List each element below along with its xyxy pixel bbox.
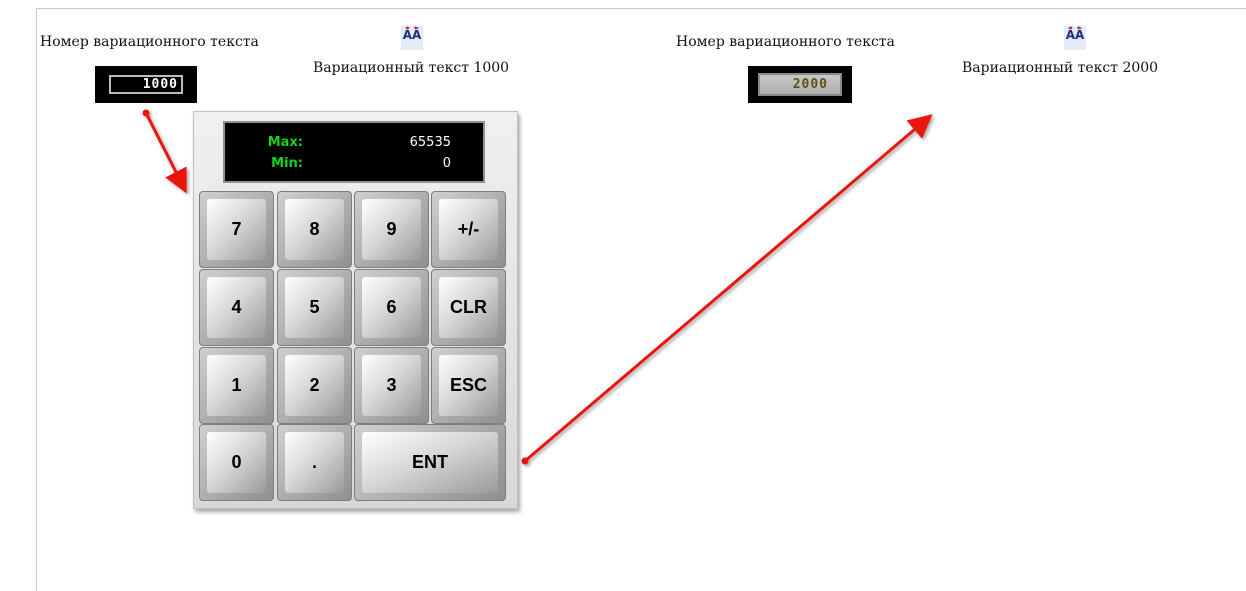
arrow-to-keypad: [144, 112, 187, 194]
arrow-to-right-input: [524, 114, 933, 463]
connector-arrows: [142, 109, 933, 465]
